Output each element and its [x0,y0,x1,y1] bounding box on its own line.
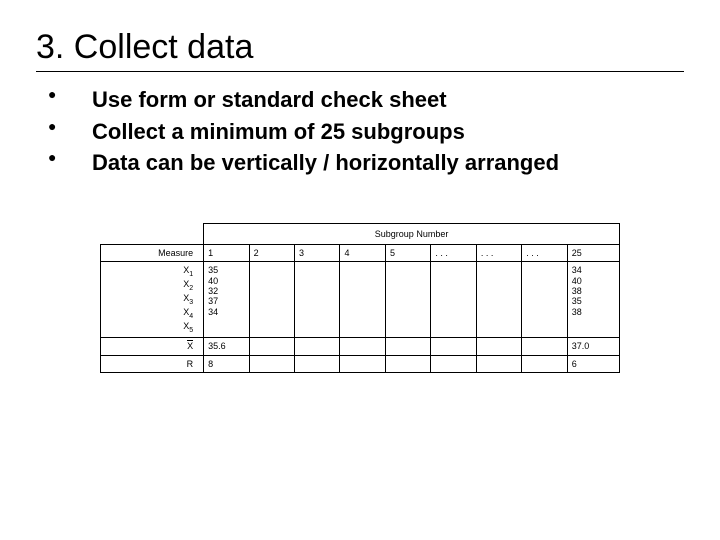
col-header: 4 [340,244,385,261]
range-label: R [101,355,204,372]
slide-title: 3. Collect data [36,28,684,72]
col-header: 5 [385,244,430,261]
mean-c1: 35.6 [204,338,249,355]
bullet-list: Use form or standard check sheet Collect… [36,84,684,179]
mean-label: X [101,338,204,355]
data-cell: 34 40 38 35 38 [567,262,619,338]
data-cell: 35 40 32 37 34 [204,262,249,338]
data-cell [295,262,340,338]
data-table: Subgroup Number Measure 1 2 3 4 5 . . . … [100,223,620,374]
mean-c25: 37.0 [567,338,619,355]
data-cell [431,262,476,338]
subgroup-header: Subgroup Number [204,223,620,244]
col-header: 2 [249,244,294,261]
data-cell [385,262,430,338]
col-header: 3 [295,244,340,261]
data-cell [522,262,567,338]
range-c25: 6 [567,355,619,372]
col-header: 25 [567,244,619,261]
range-c1: 8 [204,355,249,372]
data-cell [249,262,294,338]
col-header: . . . [522,244,567,261]
col-header: . . . [431,244,476,261]
obs-labels: X1 X2 X3 X4 X5 [101,262,204,338]
col-header: 1 [204,244,249,261]
data-cell [476,262,521,338]
bullet-item: Data can be vertically / horizontally ar… [40,147,684,179]
data-cell [340,262,385,338]
bullet-item: Use form or standard check sheet [40,84,684,116]
bullet-item: Collect a minimum of 25 subgroups [40,116,684,148]
col-header: . . . [476,244,521,261]
measure-header: Measure [101,244,204,261]
